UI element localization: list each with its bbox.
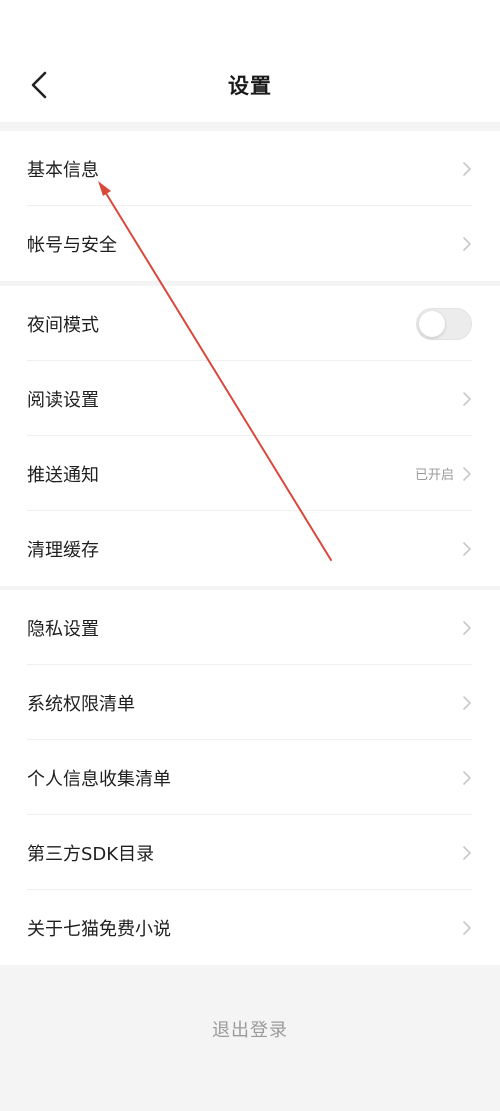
- logout-button[interactable]: 退出登录: [0, 1016, 500, 1042]
- settings-item-label: 第三方SDK目录: [27, 843, 155, 865]
- settings-item-privacy[interactable]: 隐私设置: [0, 590, 500, 665]
- night-mode-toggle[interactable]: [416, 307, 472, 340]
- settings-item-label: 个人信息收集清单: [27, 768, 171, 790]
- chevron-right-icon: [463, 236, 471, 251]
- settings-item-label: 关于七猫免费小说: [27, 918, 171, 940]
- chevron-right-icon: [463, 161, 471, 176]
- settings-item-third-party-sdk[interactable]: 第三方SDK目录: [0, 815, 500, 890]
- settings-item-label: 清理缓存: [27, 539, 99, 561]
- settings-group-account: 基本信息 帐号与安全: [0, 131, 500, 281]
- chevron-right-icon: [463, 620, 471, 635]
- settings-item-label: 系统权限清单: [27, 693, 135, 715]
- settings-item-label: 夜间模式: [27, 314, 99, 336]
- chevron-right-icon: [463, 920, 471, 935]
- settings-group-privacy: 隐私设置 系统权限清单 个人信息收集清单 第三方SDK目录 关于七猫免费小说: [0, 590, 500, 965]
- settings-item-system-permissions[interactable]: 系统权限清单: [0, 665, 500, 740]
- settings-item-basic-info[interactable]: 基本信息: [0, 131, 500, 206]
- settings-item-reading-settings[interactable]: 阅读设置: [0, 361, 500, 436]
- page-title: 设置: [228, 74, 272, 98]
- settings-item-label: 基本信息: [27, 159, 99, 181]
- chevron-right-icon: [463, 541, 471, 556]
- toggle-knob: [419, 310, 445, 337]
- settings-item-label: 隐私设置: [27, 618, 99, 640]
- settings-item-label: 帐号与安全: [27, 234, 117, 256]
- chevron-right-icon: [463, 770, 471, 785]
- settings-item-clear-cache[interactable]: 清理缓存: [0, 511, 500, 586]
- settings-item-label: 推送通知: [27, 464, 99, 486]
- push-status-value: 已开启: [414, 468, 454, 483]
- chevron-right-icon: [463, 466, 471, 481]
- settings-item-push-notifications[interactable]: 推送通知 已开启: [0, 436, 500, 511]
- settings-item-account-security[interactable]: 帐号与安全: [0, 206, 500, 281]
- settings-item-label: 阅读设置: [27, 389, 99, 411]
- settings-item-night-mode: 夜间模式: [0, 286, 500, 361]
- settings-item-personal-info-collection[interactable]: 个人信息收集清单: [0, 740, 500, 815]
- settings-group-reading: 夜间模式 阅读设置 推送通知 已开启 清理缓存: [0, 286, 500, 586]
- header-bar: 设置: [0, 0, 500, 122]
- chevron-right-icon: [463, 845, 471, 860]
- settings-item-about[interactable]: 关于七猫免费小说: [0, 890, 500, 965]
- chevron-right-icon: [463, 695, 471, 710]
- chevron-right-icon: [463, 391, 471, 406]
